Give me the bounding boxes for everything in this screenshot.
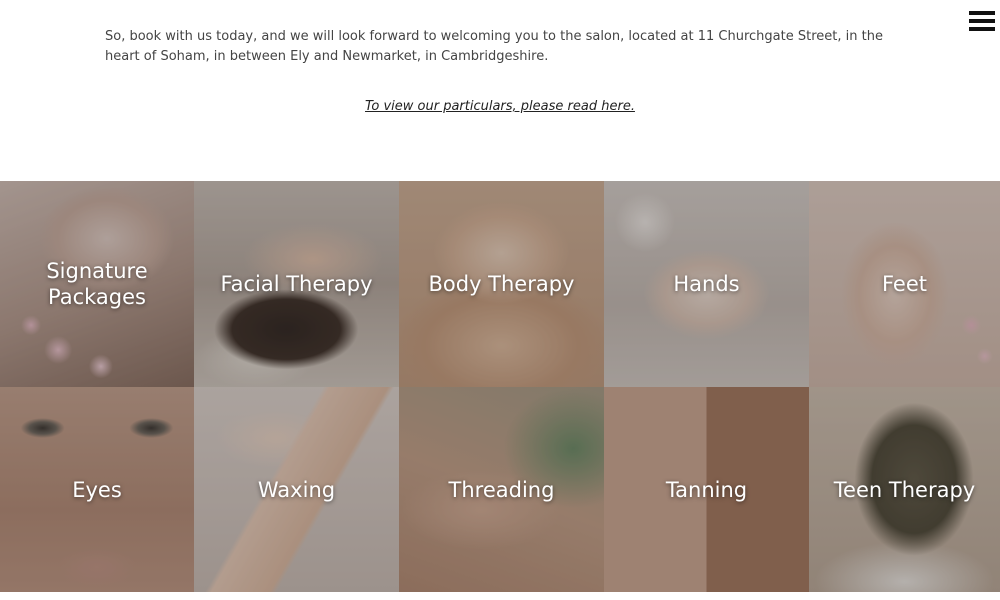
menu-bar bbox=[969, 19, 995, 23]
hamburger-menu-icon[interactable] bbox=[968, 8, 996, 34]
service-tile-hands[interactable]: Hands bbox=[604, 181, 809, 387]
service-tile-label: Feet bbox=[881, 272, 927, 296]
intro-paragraph: So, book with us today, and we will look… bbox=[105, 29, 883, 64]
service-tile-signature-packages[interactable]: Signature Packages bbox=[0, 181, 194, 387]
service-tile-label: Tanning bbox=[665, 477, 748, 502]
service-tile-facial-therapy[interactable]: Facial Therapy bbox=[194, 181, 399, 387]
page: So, book with us today, and we will look… bbox=[0, 0, 1000, 600]
service-tile-body-therapy[interactable]: Body Therapy bbox=[399, 181, 604, 387]
service-tile-threading[interactable]: Threading bbox=[399, 387, 604, 592]
service-tile-tanning[interactable]: Tanning bbox=[604, 387, 809, 592]
particulars-link[interactable]: To view our particulars, please read her… bbox=[0, 97, 1000, 117]
services-grid: Signature Packages Facial Therapy Body T… bbox=[0, 181, 1000, 592]
service-tile-label: Body Therapy bbox=[428, 272, 575, 296]
service-tile-label: Waxing bbox=[257, 477, 336, 502]
service-tile-label: Teen Therapy bbox=[833, 477, 976, 502]
menu-bar bbox=[969, 27, 995, 31]
service-tile-label: Hands bbox=[673, 272, 740, 296]
service-tile-teen-therapy[interactable]: Teen Therapy bbox=[809, 387, 1000, 592]
service-tile-label: Threading bbox=[448, 477, 555, 502]
service-tile-eyes[interactable]: Eyes bbox=[0, 387, 194, 592]
service-tile-feet[interactable]: Feet bbox=[809, 181, 1000, 387]
service-tile-label: Eyes bbox=[72, 477, 122, 502]
service-tile-label: Facial Therapy bbox=[220, 272, 373, 296]
service-tile-waxing[interactable]: Waxing bbox=[194, 387, 399, 592]
menu-bar bbox=[969, 11, 995, 15]
service-tile-label: Signature Packages bbox=[46, 259, 148, 309]
